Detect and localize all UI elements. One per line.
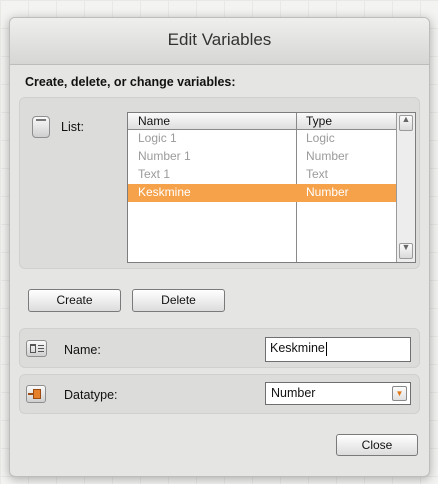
delete-button[interactable]: Delete bbox=[132, 289, 225, 312]
text-caret bbox=[325, 341, 327, 356]
row-name: Keskmine bbox=[138, 185, 191, 199]
list-label: List: bbox=[61, 120, 84, 134]
list-icon bbox=[32, 116, 50, 138]
table-header: Name Type bbox=[128, 113, 396, 130]
row-type: Number bbox=[306, 149, 349, 163]
datatype-select[interactable]: Number ▼ bbox=[265, 382, 411, 405]
triangle-down-icon: ▼ bbox=[401, 242, 411, 252]
datatype-label: Datatype: bbox=[64, 388, 118, 402]
column-header-type[interactable]: Type bbox=[306, 114, 332, 128]
column-header-name[interactable]: Name bbox=[138, 114, 170, 128]
scroll-up-button[interactable]: ▲ bbox=[399, 114, 413, 131]
text-field-icon bbox=[26, 340, 47, 357]
row-name: Text 1 bbox=[138, 167, 171, 181]
datatype-select-value: Number bbox=[271, 386, 316, 400]
row-name: Number 1 bbox=[138, 149, 191, 163]
chevron-down-icon: ▼ bbox=[395, 389, 404, 398]
edit-variables-dialog: Edit Variables Create, delete, or change… bbox=[9, 17, 430, 477]
name-input-value: Keskmine bbox=[270, 341, 325, 355]
scroll-down-button[interactable]: ▼ bbox=[399, 242, 413, 259]
triangle-up-icon: ▲ bbox=[401, 114, 411, 124]
row-type: Number bbox=[306, 185, 349, 199]
vertical-scrollbar[interactable]: ▲ ▼ bbox=[396, 113, 415, 262]
table-row[interactable]: Logic 1 Logic bbox=[128, 130, 396, 148]
section-label: Create, delete, or change variables: bbox=[25, 75, 236, 89]
table-row[interactable]: Number 1 Number bbox=[128, 148, 396, 166]
name-label: Name: bbox=[64, 343, 101, 357]
datatype-icon bbox=[26, 385, 46, 403]
row-type: Logic bbox=[306, 131, 335, 145]
variables-table[interactable]: Name Type Logic 1 Logic Number 1 Number … bbox=[127, 112, 416, 263]
table-row-selected[interactable]: Keskmine Number bbox=[128, 184, 396, 202]
dialog-title: Edit Variables bbox=[167, 30, 272, 49]
row-type: Text bbox=[306, 167, 329, 181]
create-button[interactable]: Create bbox=[28, 289, 121, 312]
name-input[interactable]: Keskmine bbox=[265, 337, 411, 362]
title-bar: Edit Variables bbox=[10, 18, 429, 65]
table-row[interactable]: Text 1 Text bbox=[128, 166, 396, 184]
row-name: Logic 1 bbox=[138, 131, 177, 145]
dropdown-arrow-button[interactable]: ▼ bbox=[392, 386, 407, 401]
close-button[interactable]: Close bbox=[336, 434, 418, 456]
